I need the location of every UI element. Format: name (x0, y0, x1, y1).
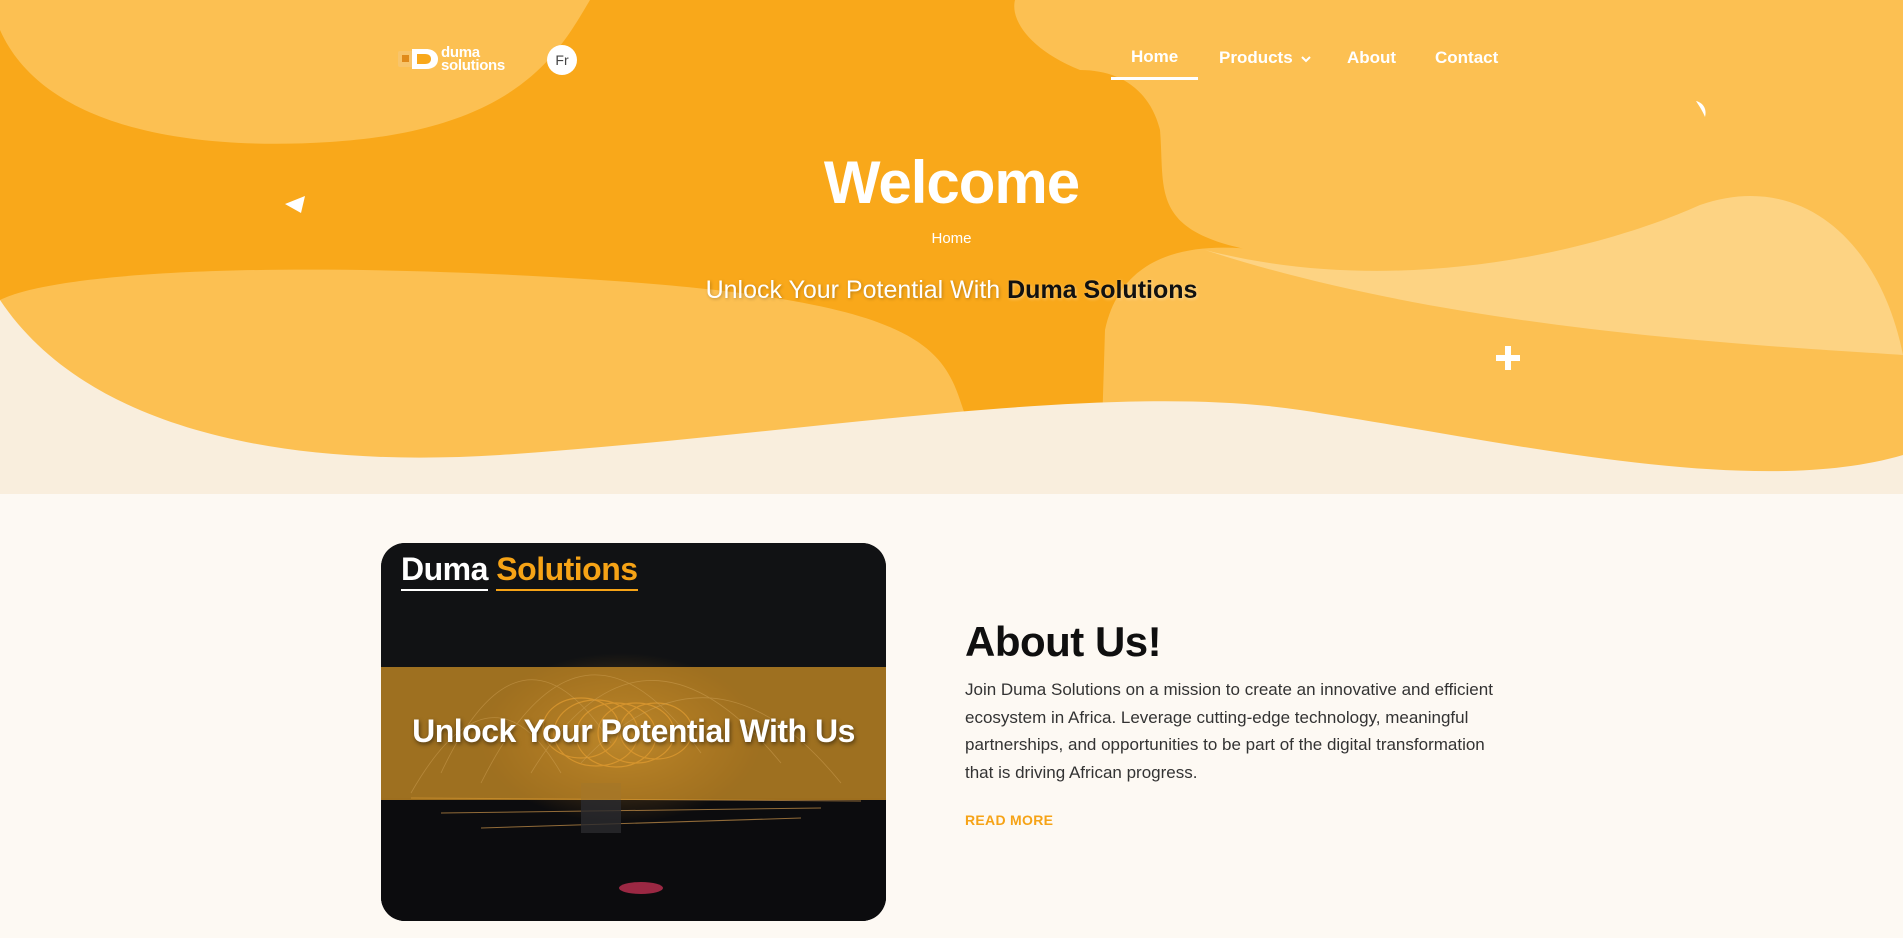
language-toggle-button[interactable]: Fr (547, 45, 577, 75)
logo-line-2: solutions (441, 57, 505, 74)
logo-text: duma solutions (441, 45, 505, 74)
card-brand-solutions: Solutions (496, 551, 638, 591)
card-brand: Duma Solutions (401, 551, 638, 591)
nav-about[interactable]: About (1347, 48, 1396, 68)
plus-decoration-icon (1496, 346, 1520, 370)
hero-tagline-prefix: Unlock Your Potential With (705, 276, 1001, 304)
hero-tagline: Unlock Your Potential With Duma Solution… (0, 276, 1903, 305)
nav-home[interactable]: Home (1110, 47, 1199, 80)
about-image-card: Duma Solutions Unlock Your Potential Wit… (381, 543, 886, 921)
hero-title: Welcome (823, 149, 1080, 216)
logo-mark-icon (398, 46, 438, 72)
about-title: About Us! (965, 618, 1162, 665)
card-tagline: Unlock Your Potential With Us (412, 713, 855, 749)
nav-products-label: Products (1219, 48, 1293, 67)
crescent-decoration-icon (1696, 101, 1706, 117)
chevron-down-icon (1301, 55, 1312, 62)
about-body: Join Duma Solutions on a mission to crea… (965, 680, 1493, 782)
read-more-link[interactable]: READ MORE (965, 812, 1053, 828)
card-brand-duma: Duma (401, 551, 488, 591)
logo[interactable]: duma solutions (398, 45, 505, 74)
nav-contact[interactable]: Contact (1435, 48, 1498, 68)
breadcrumb[interactable]: Home (0, 230, 1903, 247)
hero-tagline-brand: Duma Solutions (1007, 276, 1198, 304)
hero-section: duma solutions Fr Home Products About Co… (0, 0, 1903, 494)
navbar: duma solutions Fr Home Products About Co… (0, 0, 1903, 90)
nav-products[interactable]: Products (1219, 48, 1312, 68)
